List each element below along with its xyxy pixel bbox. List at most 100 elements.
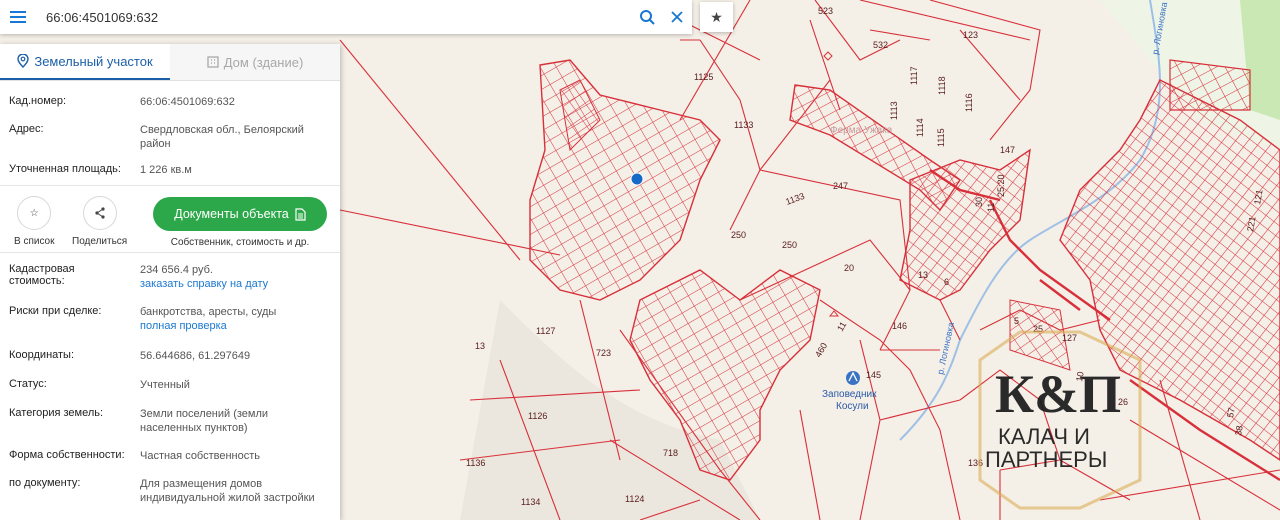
poi-label-line1: Заповедник xyxy=(822,389,877,400)
object-documents-subtitle: Собственник, стоимость и др. xyxy=(170,237,310,248)
parcel-info-panel: Земельный участок Дом (здание) Кад.номер… xyxy=(0,44,340,520)
parcel-label: 1134 xyxy=(521,497,540,507)
close-icon xyxy=(671,11,683,23)
parcel-label: 11 xyxy=(986,203,996,212)
search-bar xyxy=(0,0,692,34)
category-row: Категория земель: Земли поселений (земли… xyxy=(0,407,340,435)
address-label: Адрес: xyxy=(9,123,44,135)
parcel-label: 1118 xyxy=(937,76,947,95)
area-label: Уточненная площадь: xyxy=(9,163,121,175)
parcel-label: 13 xyxy=(918,270,928,280)
parcel-label: 250 xyxy=(782,240,797,250)
parcel-label: 1127 xyxy=(536,326,555,336)
document-use-row: по документу: Для размещения домов индив… xyxy=(0,477,340,505)
add-to-list-label: В список xyxy=(14,236,55,247)
parcel-label: 127 xyxy=(1062,333,1077,343)
area-row: Уточненная площадь: 1 226 кв.м xyxy=(0,163,340,177)
parcel-label: 38 xyxy=(1233,425,1245,437)
faded-area-label: Ферма Ужака xyxy=(830,125,893,136)
parcel-label: 1113 xyxy=(889,101,899,120)
parcel-label: 1124 xyxy=(625,494,644,504)
panel-tabs: Земельный участок Дом (здание) xyxy=(0,44,340,81)
status-row: Статус: Учтенный xyxy=(0,378,340,392)
menu-button[interactable] xyxy=(0,0,36,34)
tab-land-plot[interactable]: Земельный участок xyxy=(0,44,170,80)
order-certificate-link[interactable]: заказать справку на дату xyxy=(140,277,331,291)
parcel-label: 1114 xyxy=(915,118,925,137)
address-value: Свердловская обл., Белоярский район xyxy=(140,124,304,150)
tab-building[interactable]: Дом (здание) xyxy=(170,44,340,80)
share-label: Поделиться xyxy=(72,236,128,247)
cad-number-label: Кад.номер: xyxy=(9,95,67,107)
poi-label-line2: Косули xyxy=(836,401,869,412)
parcel-label: 146 xyxy=(892,321,907,331)
star-outline-icon: ☆ xyxy=(17,196,52,230)
search-button[interactable] xyxy=(632,0,662,34)
parcel-label: 1126 xyxy=(528,411,547,421)
add-to-list-button[interactable]: ☆ В список xyxy=(14,196,55,247)
parcel-label: 5 xyxy=(1014,316,1019,326)
ownership-row: Форма собственности: Частная собственнос… xyxy=(0,449,340,463)
logo-line-2: КАЛАЧ И xyxy=(998,424,1090,449)
logo-monogram: К&П xyxy=(995,364,1121,424)
tab-building-label: Дом (здание) xyxy=(223,54,304,70)
coordinates-label: Координаты: xyxy=(9,349,75,361)
parcel-label: 30 xyxy=(974,197,984,207)
parcel-label: 1117 xyxy=(909,66,919,85)
risk-label: Риски при сделке: xyxy=(9,305,102,317)
cost-row: Кадастровая стоимость: 234 656.4 руб. за… xyxy=(0,263,340,291)
cost-value: 234 656.4 руб. xyxy=(140,264,213,276)
status-value: Учтенный xyxy=(140,379,190,391)
status-label: Статус: xyxy=(9,378,47,390)
location-pin-icon xyxy=(17,54,30,68)
building-icon xyxy=(207,56,219,68)
logo-line-3: ПАРТНЕРЫ xyxy=(985,447,1107,472)
risk-row: Риски при сделке: банкротства, аресты, с… xyxy=(0,305,340,333)
parcel-label: 723 xyxy=(596,348,611,358)
document-use-value: Для размещения домов индивидуальной жило… xyxy=(140,478,315,504)
parcel-label: 1133 xyxy=(734,120,753,130)
parcel-label: 1115 xyxy=(936,128,946,147)
category-value: Земли поселений (земли населенных пункто… xyxy=(140,408,269,434)
share-icon xyxy=(82,196,117,230)
parcel-label: 20 xyxy=(844,263,854,273)
coordinates-row: Координаты: 56.644686, 61.297649 xyxy=(0,349,340,363)
full-check-link[interactable]: полная проверка xyxy=(140,319,331,333)
parcel-label: 532 xyxy=(873,40,888,50)
parcel-label: 6 xyxy=(944,277,949,287)
parcel-label: 145 xyxy=(866,370,881,380)
search-icon xyxy=(640,10,655,25)
parcel-label: 147 xyxy=(1000,145,1015,155)
parcel-label: 25:20 xyxy=(996,174,1006,197)
share-button[interactable]: Поделиться xyxy=(72,196,127,247)
favorite-button[interactable]: ★ xyxy=(700,2,733,32)
parcel-label: 718 xyxy=(663,448,678,458)
address-row: Адрес: Свердловская обл., Белоярский рай… xyxy=(0,123,340,151)
parcel-label: 247 xyxy=(833,181,848,191)
parcel-label: 523 xyxy=(818,6,833,16)
object-documents-button[interactable]: Документы объекта xyxy=(153,197,327,231)
parcel-label: 1116 xyxy=(964,93,974,112)
document-use-label: по документу: xyxy=(9,477,81,489)
clear-button[interactable] xyxy=(662,0,692,34)
ownership-label: Форма собственности: xyxy=(9,449,125,461)
tab-land-plot-label: Земельный участок xyxy=(34,53,153,69)
object-documents-label: Документы объекта xyxy=(174,207,289,221)
selected-parcel-marker[interactable] xyxy=(630,172,644,186)
parcel-label: 250 xyxy=(731,230,746,240)
hamburger-icon xyxy=(10,11,26,23)
parcel-label: 57 xyxy=(1225,407,1237,419)
star-icon: ★ xyxy=(710,8,723,25)
parcel-label: 123 xyxy=(963,30,978,40)
parcel-label: 1125 xyxy=(694,72,713,82)
parcel-label: 1136 xyxy=(466,458,485,468)
risk-value: банкротства, аресты, суды xyxy=(140,306,277,318)
document-icon xyxy=(295,207,306,221)
area-value: 1 226 кв.м xyxy=(140,164,192,176)
search-input[interactable] xyxy=(36,2,632,32)
category-label: Категория земель: xyxy=(9,407,104,419)
ownership-value: Частная собственность xyxy=(140,450,261,462)
cad-number-value[interactable]: 66:06:4501069:632 xyxy=(140,95,331,109)
parcel-label: 13 xyxy=(475,341,485,351)
coordinates-value: 56.644686, 61.297649 xyxy=(140,350,251,362)
